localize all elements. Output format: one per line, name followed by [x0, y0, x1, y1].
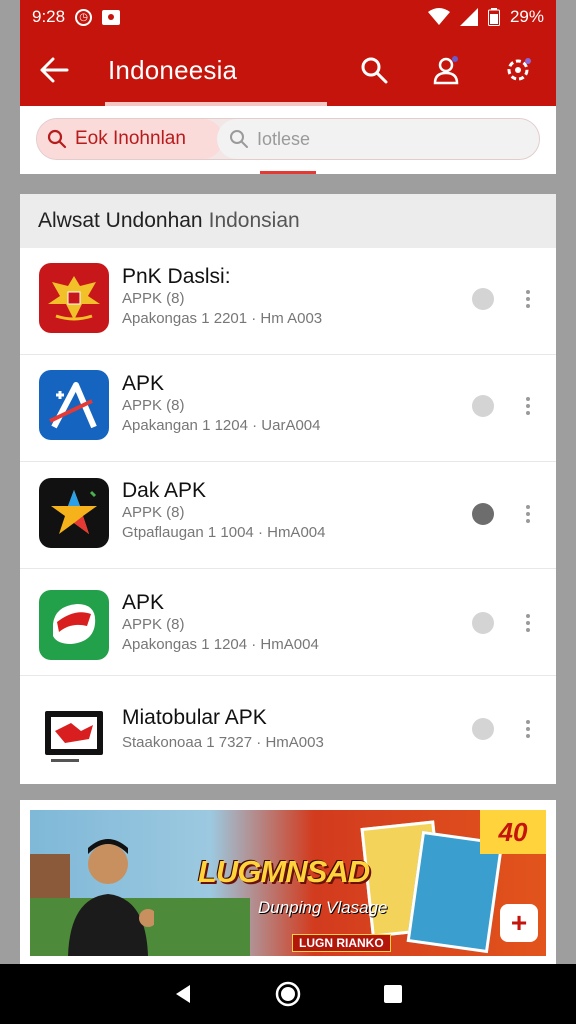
settings-icon[interactable]: [500, 52, 536, 88]
app-version: APPK (8): [122, 504, 185, 521]
select-radio[interactable]: [472, 395, 494, 417]
app-meta: Apakongas 1 1204 · HmA004: [122, 636, 319, 653]
app-meta: Gtpaflaugan 1 1004 · HmA004: [122, 524, 326, 541]
section-subtitle: Indonsian: [208, 209, 300, 232]
app-title: APK: [122, 591, 165, 614]
recents-square-icon[interactable]: [378, 979, 408, 1009]
search-chip-icon: [47, 129, 67, 149]
list-item[interactable]: APK APPK (8) Apakongas 1 1204 · HmA004: [20, 569, 556, 676]
promo-card: LUGMNSAD Dunping Vlasage LUGN RIANKO 40 …: [20, 800, 556, 964]
status-bar: 9:28 ◷ 29%: [20, 0, 556, 34]
person-photo: [68, 839, 154, 956]
search-chip-label: Eok Inohnlan: [75, 128, 186, 149]
notification-icon: [102, 9, 121, 25]
back-triangle-icon[interactable]: [168, 979, 198, 1009]
promo-banner[interactable]: LUGMNSAD Dunping Vlasage LUGN RIANKO 40 …: [30, 810, 546, 956]
signal-icon: [459, 8, 478, 26]
app-bar: Indoneesia: [20, 34, 556, 106]
search-input-placeholder: Iotlese: [257, 128, 311, 149]
status-time: 9:28: [32, 7, 66, 26]
garuda-emblem-icon: [39, 263, 109, 333]
more-options-icon[interactable]: [520, 395, 536, 417]
promo-badge: 40: [480, 810, 546, 854]
select-radio[interactable]: [472, 612, 494, 634]
search-panel: Eok Inohnlan Iotlese: [20, 106, 556, 174]
alarm-icon: ◷: [75, 8, 93, 26]
promo-subtitle: LUGN RIANKO: [292, 934, 391, 952]
add-button[interactable]: +: [500, 904, 538, 942]
more-options-icon[interactable]: [520, 288, 536, 310]
app-meta: Apakongas 1 2201 · Hm A003: [122, 310, 323, 327]
active-indicator: [260, 171, 316, 174]
star-logo-icon: [39, 478, 109, 548]
more-options-icon[interactable]: [520, 718, 536, 740]
battery-level: 29%: [509, 7, 544, 26]
list-item[interactable]: Dak APK APPK (8) Gtpaflaugan 1 1004 · Hm…: [20, 462, 556, 569]
app-title: PnK Daslsi:: [122, 265, 231, 288]
promo-tagline: Dunping Vlasage: [258, 898, 388, 917]
app-version: APPK (8): [122, 616, 185, 633]
battery-icon: [487, 8, 500, 26]
promo-headline: LUGMNSAD: [198, 854, 370, 889]
more-options-icon[interactable]: [520, 612, 536, 634]
select-radio[interactable]: [472, 503, 494, 525]
section-title: Alwsat Undonhan: [38, 209, 203, 232]
list-item[interactable]: Miatobular APK Staakonoaa 1 7327 · HmA00…: [20, 676, 556, 783]
select-radio[interactable]: [472, 718, 494, 740]
app-version: APPK (8): [122, 290, 185, 307]
back-arrow-icon[interactable]: [34, 50, 74, 90]
app-meta: Apakangan 1 1204 · UarA004: [122, 417, 321, 434]
app-list: PnK Daslsi: APPK (8) Apakongas 1 2201 · …: [20, 248, 556, 784]
list-item[interactable]: PnK Daslsi: APPK (8) Apakongas 1 2201 · …: [20, 248, 556, 355]
app-title: Miatobular APK: [122, 706, 267, 729]
list-item[interactable]: APK APPK (8) Apakangan 1 1204 · UarA004: [20, 355, 556, 462]
status-left: 9:28 ◷: [32, 7, 121, 27]
a-logo-icon: [39, 370, 109, 440]
film-frame-icon: [39, 700, 109, 770]
page-title: Indoneesia: [108, 55, 238, 85]
app-title: APK: [122, 372, 165, 395]
wifi-icon: [427, 8, 450, 25]
search-input[interactable]: Iotlese: [217, 119, 539, 159]
system-nav-bar: [0, 964, 576, 1024]
app-title: Dak APK: [122, 479, 207, 502]
status-right: 29%: [427, 7, 544, 27]
app-meta: Staakonoaa 1 7327 · HmA003: [122, 734, 324, 751]
profile-icon[interactable]: [428, 52, 464, 88]
more-options-icon[interactable]: [520, 503, 536, 525]
search-bar[interactable]: Eok Inohnlan Iotlese: [36, 118, 540, 160]
green-flag-icon: [39, 590, 109, 660]
home-circle-icon[interactable]: [273, 979, 303, 1009]
search-chip-active[interactable]: Eok Inohnlan: [37, 119, 223, 159]
search-input-icon: [230, 130, 248, 148]
app-version: APPK (8): [122, 397, 185, 414]
select-radio[interactable]: [472, 288, 494, 310]
search-icon[interactable]: [356, 52, 392, 88]
section-header: Alwsat Undonhan Indonsian: [20, 194, 556, 248]
